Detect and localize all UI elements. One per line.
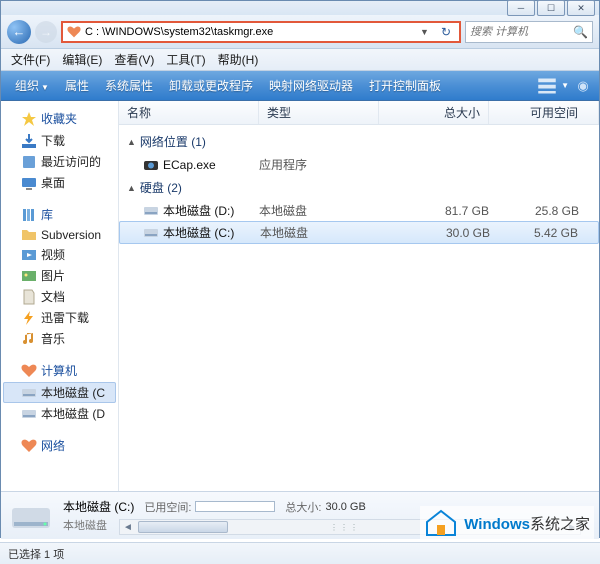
scrollbar-grip-icon: ⋮⋮⋮ <box>330 523 360 532</box>
tree-item-downloads[interactable]: 下载 <box>3 130 116 151</box>
arrow-right-icon: → <box>40 25 52 39</box>
video-icon <box>21 248 37 262</box>
view-mode-icon[interactable] <box>537 77 557 95</box>
column-name[interactable]: 名称 <box>119 101 259 124</box>
drive-icon <box>21 407 37 421</box>
nav-forward-button[interactable]: → <box>35 21 57 43</box>
star-icon <box>21 112 37 126</box>
caret-down-icon: ▼ <box>41 83 49 92</box>
camera-icon <box>143 158 159 172</box>
toolbar-uninstall[interactable]: 卸载或更改程序 <box>161 73 261 98</box>
menu-view[interactable]: 查看(V) <box>108 48 160 71</box>
details-total-label: 总大小: <box>285 499 321 515</box>
navigation-bar: ← → C : \WINDOWS\system32\taskmgr.exe ▼ … <box>1 15 599 49</box>
tree-network-header[interactable]: 网络 <box>3 434 116 457</box>
tree-item-subversion[interactable]: Subversion <box>3 226 116 244</box>
toolbar-map-drive[interactable]: 映射网络驱动器 <box>261 73 361 98</box>
navigation-tree: 收藏夹 下载 最近访问的 桌面 库 Subversion 视频 图片 文档 迅雷… <box>1 101 119 491</box>
drive-large-icon <box>9 498 53 534</box>
menu-tools[interactable]: 工具(T) <box>160 48 211 71</box>
search-input[interactable] <box>470 26 570 38</box>
main-split: 收藏夹 下载 最近访问的 桌面 库 Subversion 视频 图片 文档 迅雷… <box>1 101 599 491</box>
toolbar-system-properties[interactable]: 系统属性 <box>97 73 161 98</box>
column-total[interactable]: 总大小 <box>379 101 489 124</box>
command-toolbar: 组织▼ 属性 系统属性 卸载或更改程序 映射网络驱动器 打开控制面板 ▼ ◉ <box>1 71 599 101</box>
address-bar[interactable]: C : \WINDOWS\system32\taskmgr.exe ▼ ↻ <box>61 21 461 43</box>
close-button[interactable]: ✕ <box>567 0 595 16</box>
menu-bar: 文件(F) 编辑(E) 查看(V) 工具(T) 帮助(H) <box>1 49 599 71</box>
tree-item-pictures[interactable]: 图片 <box>3 265 116 286</box>
tree-item-recent[interactable]: 最近访问的 <box>3 151 116 172</box>
content-pane: 名称 类型 总大小 可用空间 ▲网络位置 (1) ECap.exe 应用程序 ▲… <box>119 101 599 491</box>
file-list: ▲网络位置 (1) ECap.exe 应用程序 ▲硬盘 (2) 本地磁盘 (D:… <box>119 125 599 465</box>
drive-icon <box>21 386 37 400</box>
library-icon <box>21 208 37 222</box>
scrollbar-thumb[interactable] <box>138 521 228 533</box>
maximize-button[interactable]: ☐ <box>537 0 565 16</box>
help-icon[interactable]: ◉ <box>573 77 593 95</box>
minimize-button[interactable]: ─ <box>507 0 535 16</box>
window-controls: ─ ☐ ✕ <box>507 0 595 16</box>
tree-item-disk-c[interactable]: 本地磁盘 (C <box>3 382 116 403</box>
tree-item-music[interactable]: 音乐 <box>3 328 116 349</box>
address-dropdown-icon[interactable]: ▼ <box>416 27 433 37</box>
column-free[interactable]: 可用空间 <box>489 101 599 124</box>
address-text: C : \WINDOWS\system32\taskmgr.exe <box>85 26 412 38</box>
item-disk-c[interactable]: 本地磁盘 (C:) 本地磁盘 30.0 GB 5.42 GB <box>119 221 599 244</box>
tree-libraries-header[interactable]: 库 <box>3 203 116 226</box>
download-icon <box>21 134 37 148</box>
search-icon[interactable]: 🔍 <box>570 25 588 39</box>
explorer-window: ─ ☐ ✕ ← → C : \WINDOWS\system32\taskmgr.… <box>0 0 600 538</box>
document-icon <box>21 290 37 304</box>
status-bar: 已选择 1 项 <box>0 542 600 564</box>
drive-icon <box>143 204 159 218</box>
collapse-icon: ▲ <box>127 137 136 147</box>
tree-item-documents[interactable]: 文档 <box>3 286 116 307</box>
item-ecap[interactable]: ECap.exe 应用程序 <box>119 154 599 175</box>
folder-icon <box>21 228 37 242</box>
menu-edit[interactable]: 编辑(E) <box>56 48 108 71</box>
drive-icon <box>143 226 159 240</box>
thunder-icon <box>21 311 37 325</box>
usage-bar <box>195 501 275 512</box>
recent-icon <box>21 155 37 169</box>
column-type[interactable]: 类型 <box>259 101 379 124</box>
desktop-icon <box>21 176 37 190</box>
toolbar-organize[interactable]: 组织▼ <box>7 73 57 98</box>
tree-favorites-header[interactable]: 收藏夹 <box>3 107 116 130</box>
group-network-location[interactable]: ▲网络位置 (1) <box>119 129 599 154</box>
search-box[interactable]: 🔍 <box>465 21 593 43</box>
watermark: Windows系统之家 <box>420 506 594 540</box>
tree-item-desktop[interactable]: 桌面 <box>3 172 116 193</box>
arrow-left-icon: ← <box>13 24 26 39</box>
menu-file[interactable]: 文件(F) <box>5 48 56 71</box>
status-text: 已选择 1 项 <box>8 546 64 562</box>
toolbar-control-panel[interactable]: 打开控制面板 <box>361 73 449 98</box>
details-total-value: 30.0 GB <box>325 501 365 513</box>
nav-back-button[interactable]: ← <box>7 20 31 44</box>
scroll-left-icon[interactable]: ◄ <box>120 522 136 533</box>
item-disk-d[interactable]: 本地磁盘 (D:) 本地磁盘 81.7 GB 25.8 GB <box>119 200 599 221</box>
heart-icon <box>21 364 37 378</box>
titlebar: ─ ☐ ✕ <box>1 1 599 15</box>
picture-icon <box>21 269 37 283</box>
tree-computer-header[interactable]: 计算机 <box>3 359 116 382</box>
tree-item-videos[interactable]: 视频 <box>3 244 116 265</box>
house-logo-icon <box>424 508 458 538</box>
toolbar-properties[interactable]: 属性 <box>57 73 97 98</box>
details-title: 本地磁盘 (C:) <box>63 498 134 515</box>
heart-icon <box>67 26 81 38</box>
tree-item-disk-d[interactable]: 本地磁盘 (D <box>3 403 116 424</box>
music-icon <box>21 332 37 346</box>
collapse-icon: ▲ <box>127 183 136 193</box>
heart-icon <box>21 439 37 453</box>
tree-item-thunder[interactable]: 迅雷下载 <box>3 307 116 328</box>
group-hard-disks[interactable]: ▲硬盘 (2) <box>119 175 599 200</box>
details-used-label: 已用空间: <box>144 499 191 515</box>
column-headers: 名称 类型 总大小 可用空间 <box>119 101 599 125</box>
refresh-icon[interactable]: ↻ <box>437 25 455 39</box>
view-mode-caret-icon[interactable]: ▼ <box>561 81 569 90</box>
menu-help[interactable]: 帮助(H) <box>212 48 265 71</box>
